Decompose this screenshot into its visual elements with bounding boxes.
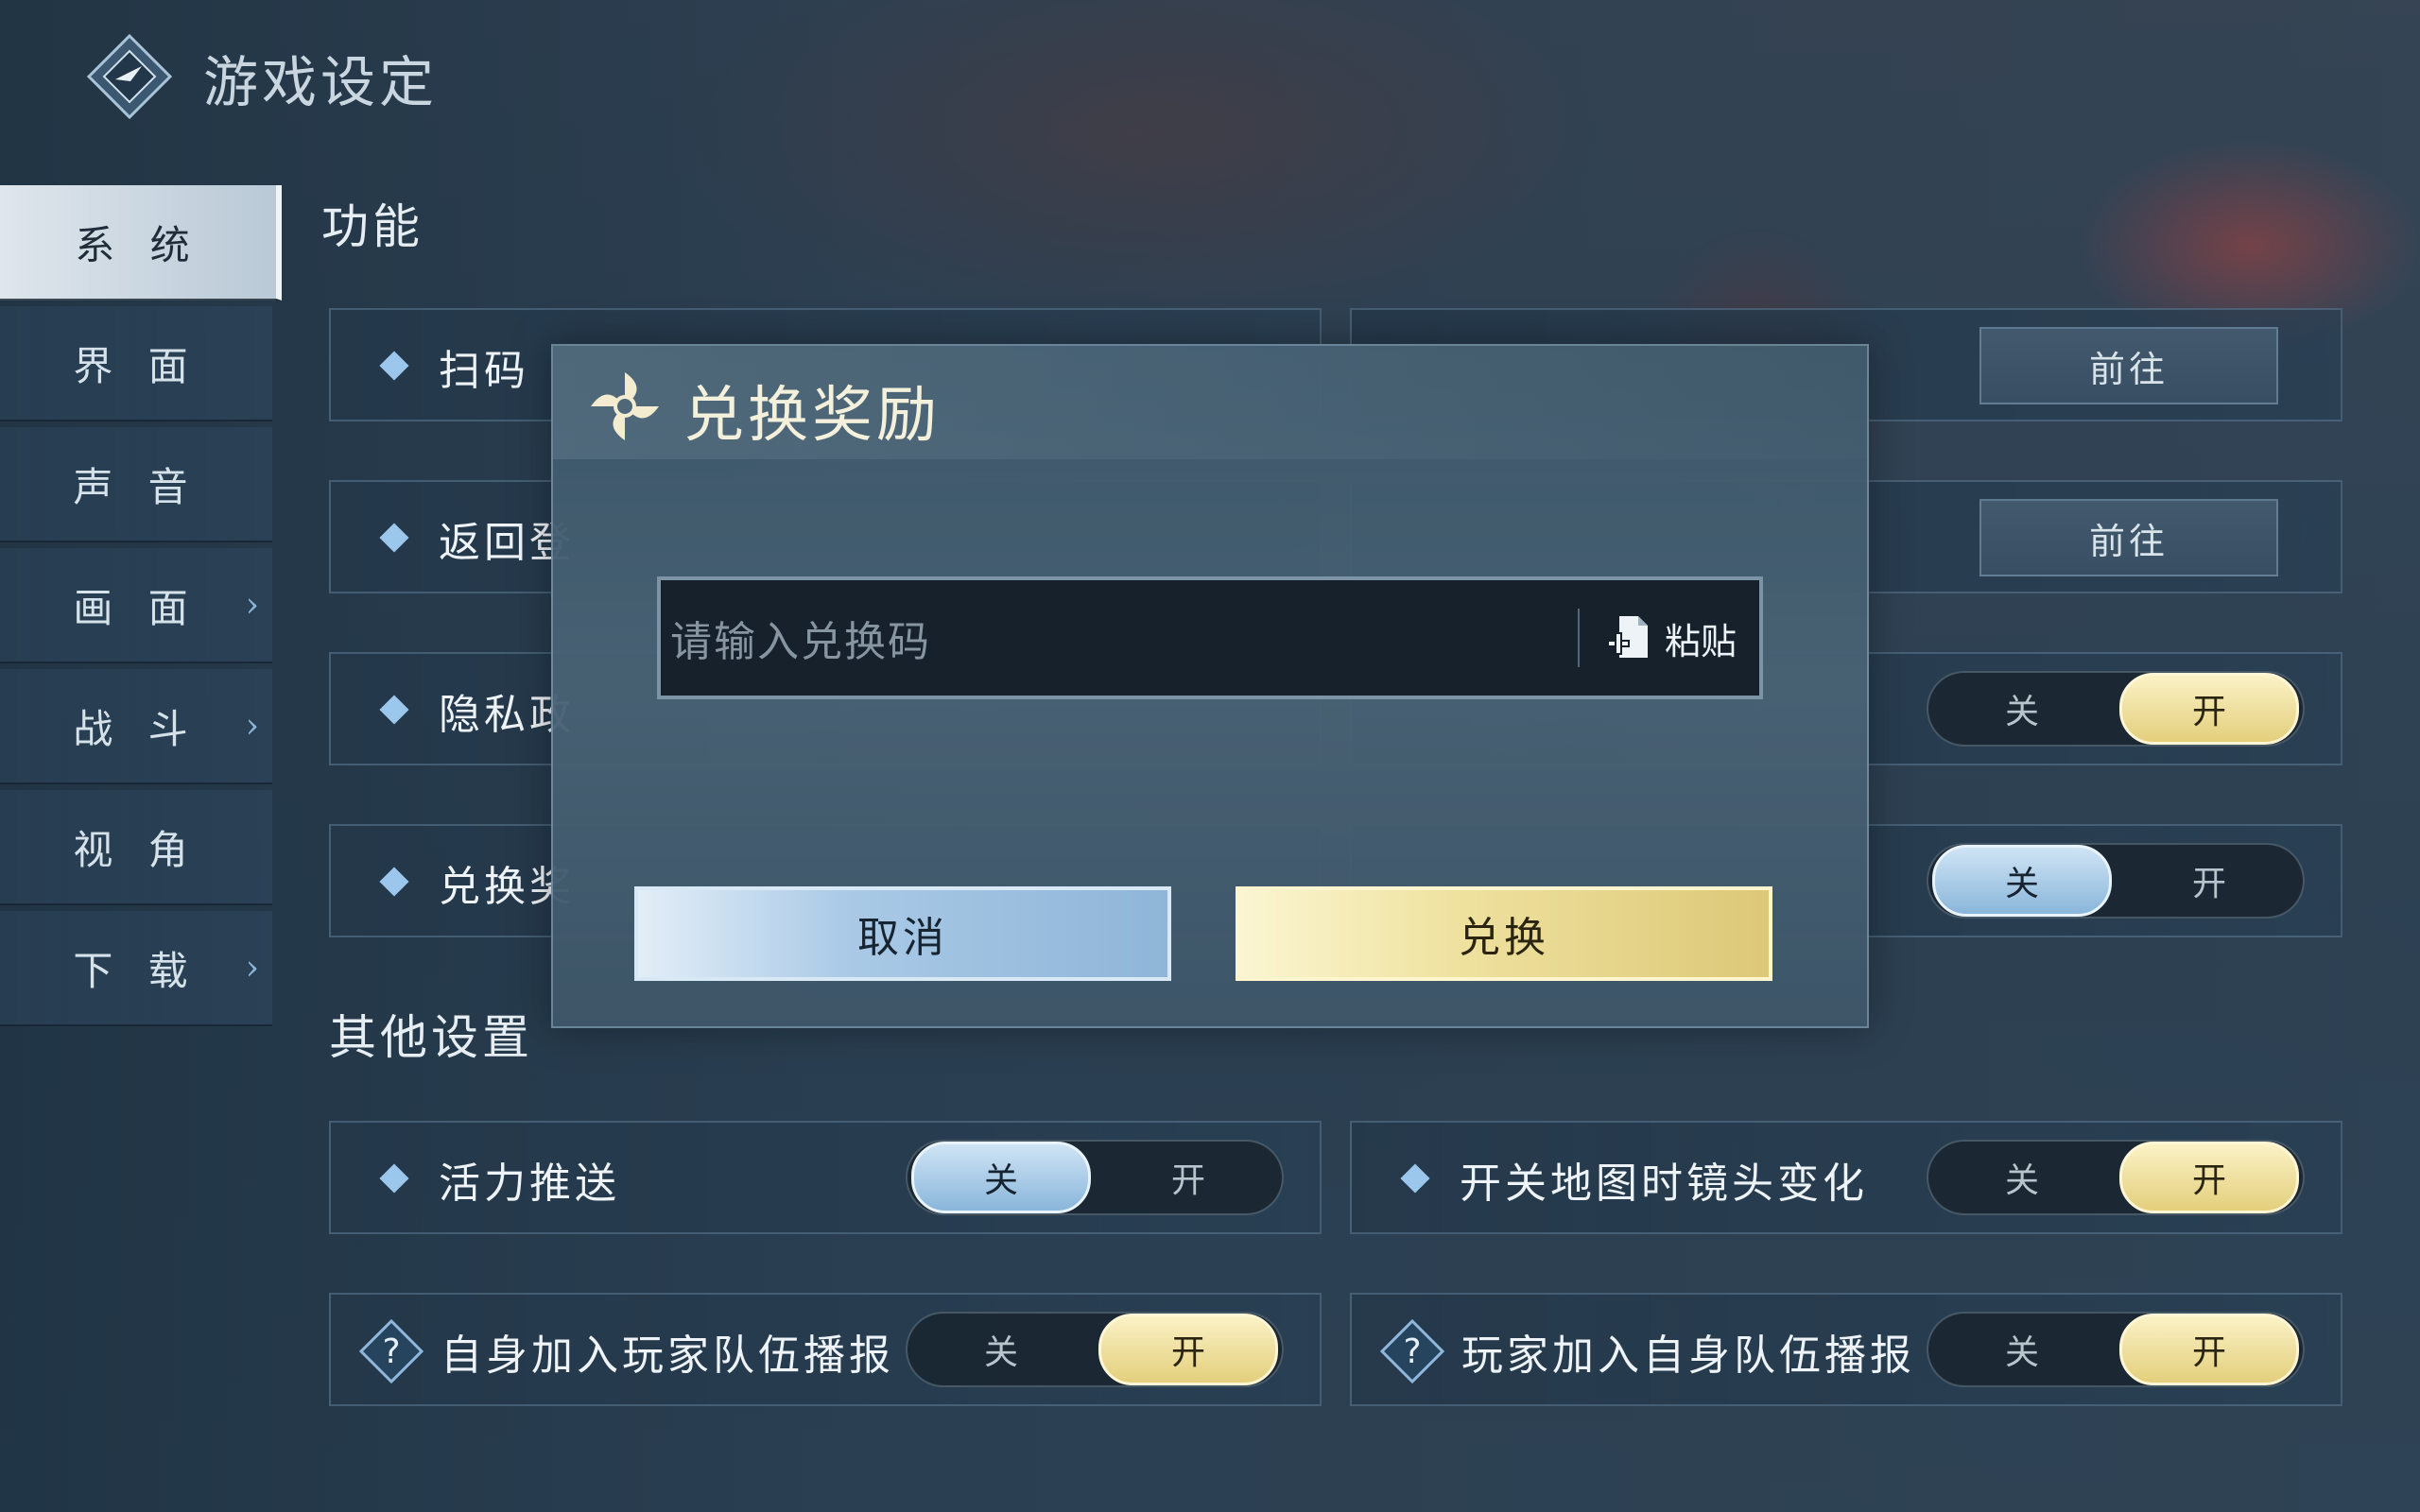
question-icon[interactable]: ?: [359, 1319, 424, 1383]
toggle-switch[interactable]: 关 开: [1927, 843, 2305, 919]
paste-label: 粘贴: [1665, 620, 1737, 662]
section-title-features: 功能: [321, 199, 424, 254]
diamond-bullet-icon: [1400, 1163, 1430, 1194]
setting-row-stamina-push: 活力推送 关 开: [329, 1121, 1322, 1234]
diamond-bullet-icon: [379, 351, 409, 381]
sidebar-item-download[interactable]: 下 载 ›: [0, 911, 272, 1026]
chevron-right-icon: ›: [245, 948, 259, 988]
section-title-other: 其他设置: [329, 1010, 533, 1065]
toggle-off-option[interactable]: 关: [1932, 845, 2112, 917]
toggle-on-option[interactable]: 开: [2119, 1142, 2299, 1213]
sidebar-item-label: 系 统: [75, 221, 201, 268]
chevron-right-icon: ›: [245, 706, 259, 746]
svg-text:?: ?: [1403, 1332, 1421, 1371]
setting-label: 开关地图时镜头变化: [1460, 1160, 1868, 1208]
diamond-logo-icon: [87, 34, 172, 119]
toggle-off-option[interactable]: 关: [1932, 1142, 2112, 1213]
sidebar-item-label: 战 斗: [73, 705, 199, 752]
setting-label: 自身加入玩家队伍播报: [441, 1332, 894, 1380]
toggle-on-option[interactable]: 开: [1098, 1142, 1278, 1213]
sidebar-item-label: 视 角: [73, 826, 199, 873]
toggle-on-option[interactable]: 开: [2119, 673, 2299, 745]
sidebar-item-label: 界 面: [73, 342, 199, 389]
toggle-off-option[interactable]: 关: [1932, 673, 2112, 745]
setting-label: 玩家加入自身队伍播报: [1461, 1332, 1915, 1380]
setting-row-self-join-announce: ? 自身加入玩家队伍播报 关 开: [329, 1293, 1322, 1406]
sidebar-item-graphics[interactable]: 画 面 ›: [0, 548, 272, 663]
question-icon[interactable]: ?: [1380, 1319, 1444, 1383]
toggle-on-option[interactable]: 开: [1098, 1314, 1278, 1385]
paste-icon: [1607, 616, 1648, 658]
toggle-switch[interactable]: 关 开: [906, 1140, 1284, 1215]
goto-button[interactable]: 前往: [1979, 327, 2278, 404]
svg-text:?: ?: [382, 1332, 400, 1371]
sidebar-item-label: 下 载: [73, 947, 199, 994]
toggle-on-option[interactable]: 开: [2119, 1314, 2299, 1385]
redeem-confirm-button[interactable]: 兑换: [1236, 886, 1772, 981]
toggle-switch[interactable]: 关 开: [1927, 671, 2305, 747]
toggle-on-option[interactable]: 开: [2119, 845, 2299, 917]
redeem-dialog: 兑换奖励 请输入兑换码 粘贴 取消 兑换: [551, 344, 1869, 1028]
setting-label: 扫码: [439, 347, 529, 395]
toggle-off-option[interactable]: 关: [911, 1142, 1091, 1213]
sidebar-item-combat[interactable]: 战 斗 ›: [0, 669, 272, 784]
diamond-bullet-icon: [379, 867, 409, 897]
setting-label: 活力推送: [439, 1160, 620, 1208]
sidebar-item-sound[interactable]: 声 音: [0, 427, 272, 542]
diamond-bullet-icon: [379, 523, 409, 553]
setting-row-player-join-announce: ? 玩家加入自身队伍播报 关 开: [1350, 1293, 2342, 1406]
divider: [1578, 609, 1580, 667]
toggle-off-option[interactable]: 关: [911, 1314, 1091, 1385]
toggle-switch[interactable]: 关 开: [906, 1312, 1284, 1387]
redeem-code-input[interactable]: 请输入兑换码 粘贴: [657, 576, 1763, 699]
input-placeholder: 请输入兑换码: [670, 618, 931, 666]
toggle-switch[interactable]: 关 开: [1927, 1140, 2305, 1215]
sidebar-item-interface[interactable]: 界 面: [0, 306, 272, 421]
goto-button[interactable]: 前往: [1979, 499, 2278, 576]
dialog-title: 兑换奖励: [683, 381, 941, 451]
setting-row-map-camera: 开关地图时镜头变化 关 开: [1350, 1121, 2342, 1234]
sidebar-item-label: 画 面: [73, 584, 199, 631]
page-title: 游戏设定: [203, 50, 439, 114]
paste-button[interactable]: 粘贴: [1606, 580, 1737, 696]
diamond-bullet-icon: [379, 695, 409, 725]
toggle-off-option[interactable]: 关: [1932, 1314, 2112, 1385]
sidebar-item-camera[interactable]: 视 角: [0, 790, 272, 905]
sidebar-item-system[interactable]: 系 统: [0, 185, 282, 301]
cancel-button[interactable]: 取消: [634, 886, 1171, 981]
chevron-right-icon: ›: [245, 585, 259, 625]
toggle-switch[interactable]: 关 开: [1927, 1312, 2305, 1387]
sidebar-item-label: 声 音: [73, 463, 199, 510]
diamond-bullet-icon: [379, 1163, 409, 1194]
pinwheel-icon: [591, 372, 659, 440]
